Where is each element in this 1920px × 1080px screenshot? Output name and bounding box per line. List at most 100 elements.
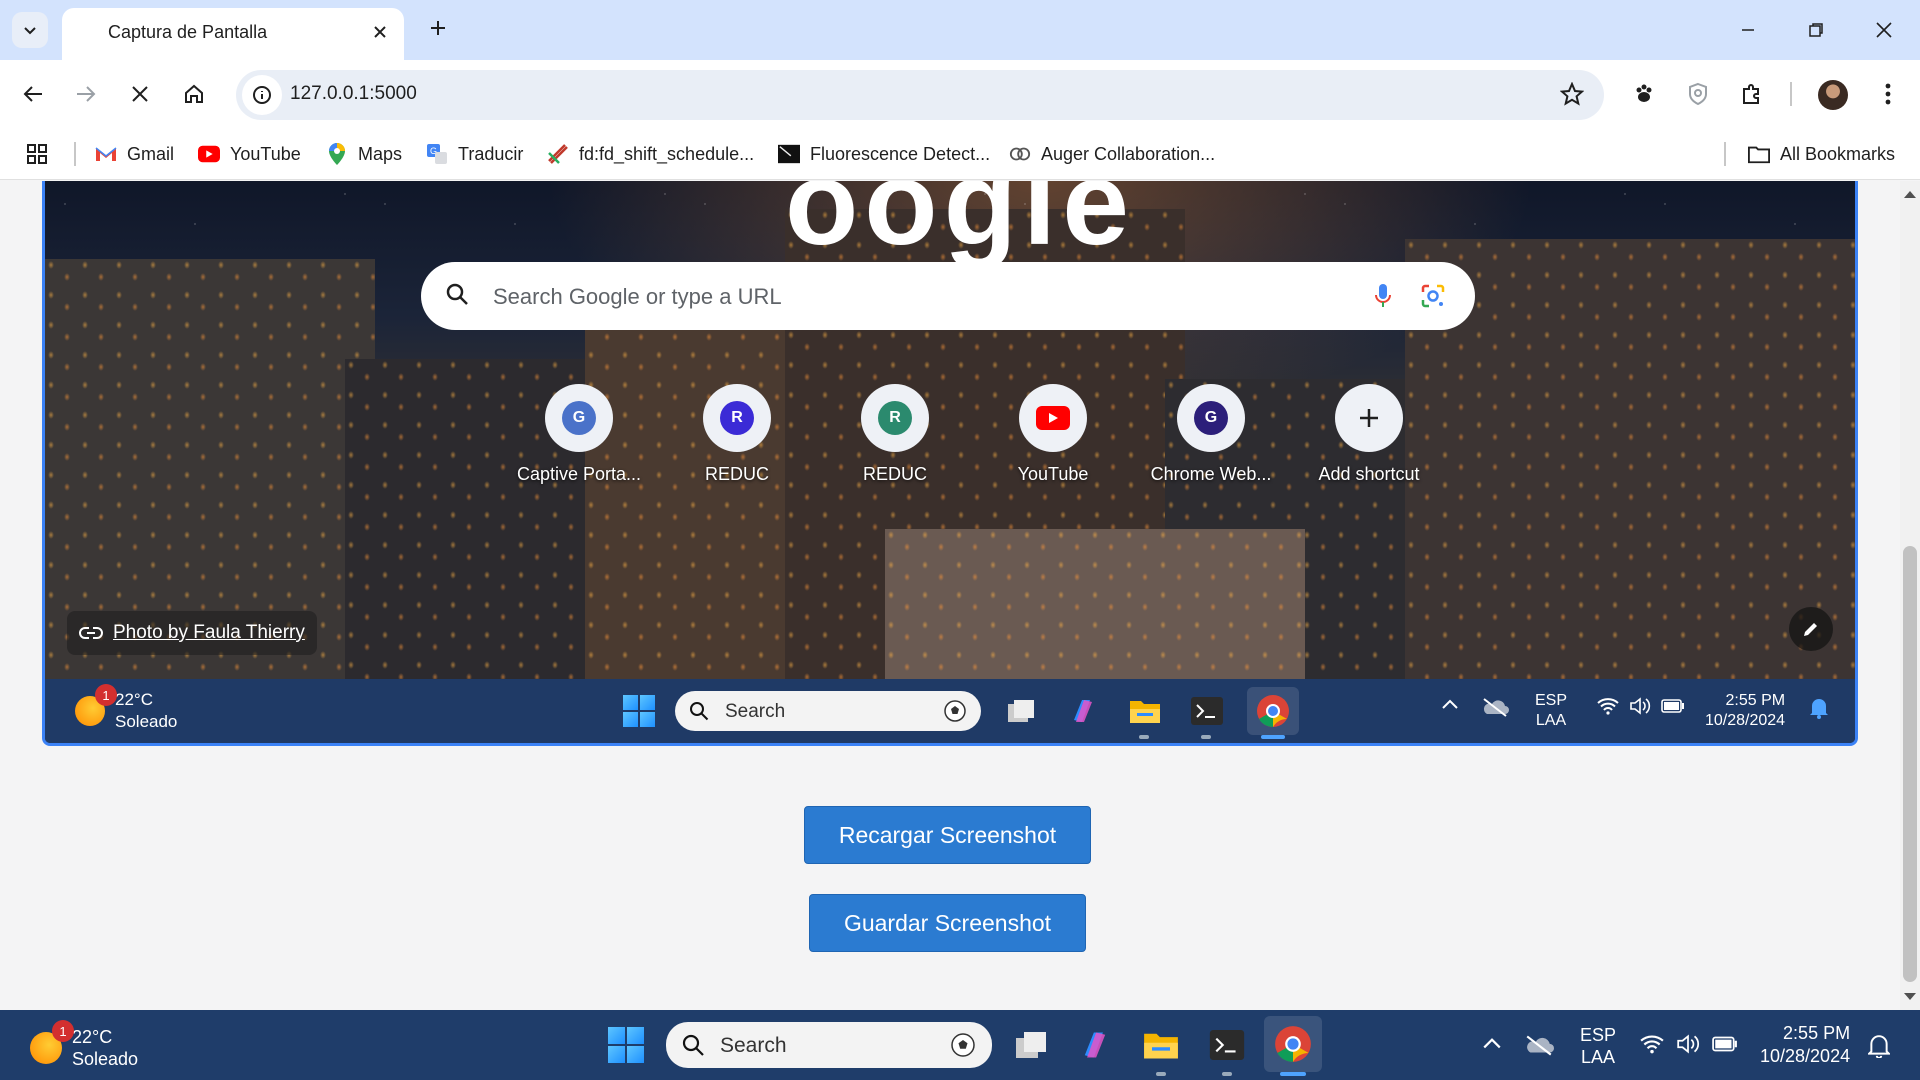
all-bookmarks-button[interactable]: All Bookmarks [1748, 140, 1895, 168]
close-icon [374, 26, 386, 38]
youtube-icon [1036, 406, 1070, 430]
scroll-thumb[interactable] [1903, 546, 1917, 982]
back-button[interactable] [13, 74, 53, 114]
close-window-button[interactable] [1854, 8, 1914, 52]
bookmark-traducir[interactable]: G Traducir [426, 140, 523, 168]
windows-start-button[interactable] [608, 1027, 644, 1063]
captured-chrome-icon [1247, 687, 1299, 735]
fluorescence-icon [778, 143, 800, 165]
minimize-icon [1742, 29, 1754, 31]
info-icon [253, 86, 271, 104]
restore-button[interactable] [1786, 8, 1846, 52]
folder-icon [1748, 143, 1770, 165]
profile-avatar[interactable] [1818, 80, 1848, 110]
bookmarks-divider [74, 142, 76, 166]
bookmark-shift-schedule[interactable]: fd:fd_shift_schedule... [547, 140, 754, 168]
shortcut-captive-portal[interactable]: G Captive Porta... [509, 384, 649, 504]
bookmark-star-button[interactable] [1559, 81, 1585, 111]
bookmark-maps[interactable]: Maps [326, 140, 402, 168]
tab-close-button[interactable] [368, 20, 392, 44]
save-screenshot-button[interactable]: Guardar Screenshot [809, 894, 1086, 952]
onedrive-icon[interactable] [1524, 1034, 1554, 1061]
shield-icon [1689, 82, 1707, 106]
browser-toolbar: 127.0.0.1:5000 [0, 60, 1920, 128]
minimize-button[interactable] [1718, 8, 1778, 52]
shortcut-youtube[interactable]: YouTube [983, 384, 1123, 504]
new-tab-button[interactable] [422, 12, 454, 44]
shortcut-reduc-1[interactable]: R REDUC [667, 384, 807, 504]
extension-paw-button[interactable] [1626, 76, 1662, 112]
bookmarks-divider [1724, 142, 1726, 166]
captured-tray-chevron [1441, 697, 1459, 715]
task-view-button[interactable] [1010, 1024, 1052, 1066]
tab-strip: Captura de Pantalla [0, 0, 1920, 60]
bookmark-gmail[interactable]: Gmail [95, 140, 174, 168]
scroll-down-arrow[interactable] [1904, 993, 1916, 1000]
terminal-button[interactable] [1206, 1024, 1248, 1066]
bookmarks-bar: Gmail YouTube Maps G Traducir fd:fd_shif… [0, 128, 1920, 180]
youtube-icon [198, 143, 220, 165]
battery-icon[interactable] [1712, 1036, 1738, 1057]
home-button[interactable] [174, 74, 214, 114]
address-bar[interactable]: 127.0.0.1:5000 [236, 70, 1604, 120]
arrow-right-icon [77, 86, 96, 102]
search-icon [682, 1034, 704, 1056]
notification-bell-icon[interactable] [1866, 1034, 1892, 1063]
search-placeholder: Search Google or type a URL [493, 284, 782, 309]
bookmark-auger[interactable]: Auger Collaboration... [1009, 140, 1215, 168]
windows-taskbar: 1 22°C Soleado Search ESP LAA 2:55 PM 10/28… [0, 1010, 1920, 1080]
screenshot-preview: oogle Search Google or type a URL G Capt… [42, 181, 1858, 746]
google-lens-icon[interactable] [1419, 282, 1447, 310]
menu-button[interactable] [1870, 76, 1906, 112]
bookmark-fluorescence[interactable]: Fluorescence Detect... [778, 140, 990, 168]
volume-icon[interactable] [1676, 1034, 1700, 1059]
extensions-button[interactable] [1734, 76, 1770, 112]
active-tab[interactable]: Captura de Pantalla [62, 8, 404, 60]
copilot-button[interactable] [1074, 1024, 1116, 1066]
maps-icon [326, 143, 348, 165]
puzzle-icon [1743, 84, 1759, 104]
ntp-search-box[interactable]: Search Google or type a URL [421, 262, 1475, 330]
taskbar-clock[interactable]: 2:55 PM 10/28/2024 [1760, 1022, 1850, 1068]
site-info-button[interactable] [242, 75, 282, 115]
tray-overflow-chevron[interactable] [1482, 1036, 1502, 1055]
shortcut-chrome-web-store[interactable]: G Chrome Web... [1141, 384, 1281, 504]
captured-file-explorer-icon [1127, 693, 1163, 729]
soccer-ball-icon [951, 1033, 975, 1057]
microphone-icon[interactable] [1373, 282, 1393, 310]
chrome-taskbar-button[interactable] [1264, 1016, 1322, 1072]
close-icon [1876, 22, 1892, 38]
arrow-left-icon [23, 86, 42, 102]
auger-icon [1009, 143, 1031, 165]
gmail-icon [95, 143, 117, 165]
star-icon [1559, 81, 1585, 106]
reload-screenshot-button[interactable]: Recargar Screenshot [804, 806, 1091, 864]
captured-battery-icon [1661, 699, 1685, 718]
stop-loading-button[interactable] [120, 74, 160, 114]
customize-chrome-button[interactable] [1789, 607, 1833, 651]
wifi-icon[interactable] [1640, 1034, 1664, 1059]
schedule-icon [547, 143, 569, 165]
weather-widget[interactable]: 1 22°C Soleado [30, 1020, 138, 1070]
restore-icon [1809, 23, 1823, 37]
taskbar-search[interactable]: Search [666, 1022, 992, 1068]
google-logo: oogle [785, 181, 1135, 270]
captured-task-view-icon [1003, 693, 1039, 729]
extension-shield-button[interactable] [1680, 76, 1716, 112]
captured-onedrive-icon [1481, 697, 1509, 722]
vertical-scrollbar[interactable] [1900, 181, 1920, 1010]
scroll-up-arrow[interactable] [1904, 191, 1916, 198]
add-shortcut-button[interactable]: Add shortcut [1299, 384, 1439, 504]
tab-title: Captura de Pantalla [108, 22, 268, 42]
forward-button[interactable] [66, 74, 106, 114]
apps-grid-icon [27, 144, 47, 164]
tab-search-button[interactable] [12, 12, 48, 48]
bookmark-youtube[interactable]: YouTube [198, 140, 301, 168]
shortcut-reduc-2[interactable]: R REDUC [825, 384, 965, 504]
file-explorer-button[interactable] [1140, 1024, 1182, 1066]
apps-button[interactable] [26, 140, 48, 168]
more-vertical-icon [1885, 83, 1891, 105]
photo-credit-link[interactable]: Photo by Faula Thierry [67, 611, 317, 655]
language-indicator[interactable]: ESP LAA [1580, 1024, 1616, 1068]
page-content: oogle Search Google or type a URL G Capt… [0, 181, 1920, 1010]
